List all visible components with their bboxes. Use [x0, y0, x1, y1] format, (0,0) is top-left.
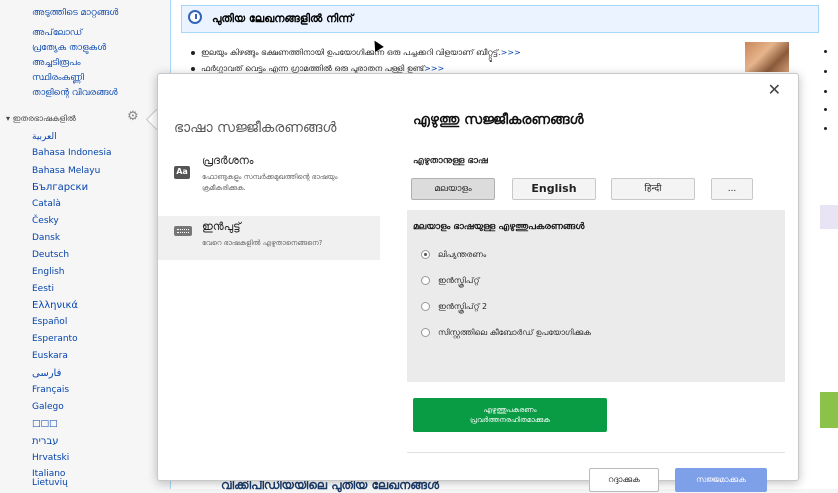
lang-link-da[interactable]: Dansk — [32, 233, 60, 243]
input-method-option[interactable]: ലിപ്യന്തരണം — [421, 250, 486, 260]
featured-articles-header: പുതിയ ലേഖനങ്ങളിൽ നിന്ന് — [181, 5, 819, 33]
dialog-title: ഭാഷാ സജ്ജീകരണങ്ങൾ — [174, 120, 337, 136]
bullet-icon — [191, 50, 195, 55]
dialog-divider — [407, 452, 785, 453]
input-method-option[interactable]: സിസ്റ്റത്തിലെ കീബോർഡ് ഉപയോഗിക്കുക — [421, 328, 591, 338]
sidebar-link-print-version[interactable]: അച്ചടിരൂപം — [32, 58, 80, 68]
radio-button[interactable] — [421, 276, 430, 285]
lang-link-ar[interactable]: العربية — [32, 132, 57, 142]
dialog-main-panel: ✕ എഴുത്തു സജ്ജീകരണങ്ങൾ എഴുതാനുള്ള ഭാഷ മല… — [403, 74, 789, 492]
lang-link-es[interactable]: Español — [32, 317, 67, 327]
input-methods-title: മലയാളം ഭാഷയുള്ള എഴുത്തുപകരണങ്ങൾ — [413, 222, 585, 232]
input-methods-panel: മലയാളം ഭാഷയുള്ള എഴുത്തുപകരണങ്ങൾ ലിപ്യന്ത… — [407, 210, 785, 382]
bullet-icon — [824, 108, 827, 111]
radio-button-checked[interactable] — [421, 250, 430, 259]
menu-item-display-desc: ഫോണ്ടുകളും സമ്പർക്കമുഖത്തിന്റെ ഭാഷയും ക്… — [202, 173, 338, 192]
disable-button-line2: പ്രവർത്തനരഹിതമാക്കുക — [470, 416, 550, 424]
close-icon[interactable]: ✕ — [768, 80, 781, 99]
font-aa-icon: Aa — [174, 166, 190, 179]
sidebar-link-page-info[interactable]: താളിന്റെ വിവരങ്ങൾ — [32, 88, 118, 98]
disable-input-tool-button[interactable]: എഴുത്തുപകരണം പ്രവർത്തനരഹിതമാക്കുക — [413, 398, 607, 432]
keyboard-icon — [174, 226, 192, 236]
disable-button-line1: എഴുത്തുപകരണം — [483, 406, 537, 414]
bullet-icon — [824, 90, 827, 93]
input-settings-title: എഴുത്തു സജ്ജീകരണങ്ങൾ — [413, 112, 584, 128]
lang-link-id[interactable]: Bahasa Indonesia — [32, 148, 112, 158]
lang-link-en[interactable]: English — [32, 267, 65, 277]
menu-item-input-desc: വേറെ ഭാഷകളിൽ എഴുതാനെങ്ങനെ? — [202, 239, 323, 247]
news-thumbnail-image[interactable] — [745, 42, 789, 72]
lang-link-bg[interactable]: Български — [32, 182, 88, 193]
lang-link-hr[interactable]: Hrvatski — [32, 453, 69, 463]
language-button-more[interactable]: ... — [711, 178, 753, 200]
lang-link-et[interactable]: Eesti — [32, 284, 54, 294]
lang-link-fa[interactable]: فارسی — [32, 368, 61, 379]
cancel-button[interactable]: റദ്ദാക്കുക — [589, 468, 659, 492]
lang-link-ms[interactable]: Bahasa Melayu — [32, 166, 100, 176]
lang-link-he[interactable]: עברית — [32, 436, 59, 447]
lang-link-eu[interactable]: Euskara — [32, 351, 68, 361]
languages-heading-label: ഇതരഭാഷകളിൽ — [12, 114, 76, 123]
bullet-icon — [824, 127, 827, 130]
language-button-hi[interactable]: हिन्दी — [611, 178, 695, 200]
radio-button[interactable] — [421, 302, 430, 311]
featured-articles-title: പുതിയ ലേഖനങ്ങളിൽ നിന്ന് — [212, 12, 354, 25]
menu-item-display-title: പ്രദർശനം — [202, 154, 254, 167]
sidebar-link-permanent-link[interactable]: സ്ഥിരംകണ്ണി — [32, 73, 84, 83]
languages-heading[interactable]: ▾ ഇതരഭാഷകളിൽ — [6, 114, 76, 124]
sidebar-link-recent-changes[interactable]: അടുത്തിടെ മാറ്റങ്ങൾ — [32, 8, 118, 18]
lang-link-eo[interactable]: Esperanto — [32, 334, 78, 344]
gear-icon[interactable]: ⚙ — [127, 110, 141, 124]
lang-link-cs[interactable]: Česky — [32, 216, 59, 226]
input-method-option[interactable]: ഇൻസ്ക്രിപ്റ്റ് — [421, 276, 479, 286]
radio-button[interactable] — [421, 328, 430, 337]
right-column-edge — [820, 0, 838, 489]
lang-link-el[interactable]: Ελληνικά — [32, 300, 78, 311]
news-item-more-link[interactable]: >>> — [424, 64, 444, 73]
input-language-label: എഴുതാനുള്ള ഭാഷ — [413, 156, 488, 166]
input-method-option[interactable]: ഇൻസ്ക്രിപ്റ്റ് 2 — [421, 302, 487, 312]
menu-item-input[interactable]: ഇൻപുട്ട് വേറെ ഭാഷകളിൽ എഴുതാനെങ്ങനെ? — [158, 216, 380, 260]
lang-link-ko[interactable]: □□□ — [32, 419, 58, 429]
sidebar: അടുത്തിടെ മാറ്റങ്ങൾ അപ്‌ലോഡ് പ്രത്യേക താ… — [0, 0, 170, 489]
apply-settings-button[interactable]: സജ്ജമാക്കുക — [675, 468, 767, 492]
lang-link-fr[interactable]: Français — [32, 385, 69, 395]
lang-link-ca[interactable]: Català — [32, 199, 61, 209]
right-edge-green-panel — [820, 392, 838, 428]
input-method-label: ഇൻസ്ക്രിപ്റ്റ് — [438, 276, 480, 285]
clock-icon — [188, 10, 202, 24]
bullet-icon — [191, 66, 195, 71]
language-settings-dialog: ഭാഷാ സജ്ജീകരണങ്ങൾ Aa പ്രദർശനം ഫോണ്ടുകളും… — [157, 73, 799, 492]
lang-link-de[interactable]: Deutsch — [32, 250, 69, 260]
right-edge-panel — [820, 205, 838, 229]
sidebar-link-upload[interactable]: അപ്‌ലോഡ് — [32, 28, 82, 38]
language-button-ml[interactable]: മലയാളം — [411, 178, 495, 200]
news-item-text: ഇലയും കിഴങ്ങും ഭക്ഷണത്തിനായി ഉപയോഗിക്കുന… — [201, 48, 501, 57]
input-method-label: ഇൻസ്ക്രിപ്റ്റ് 2 — [438, 302, 488, 311]
lang-link-lt[interactable]: Lietuvių — [32, 478, 68, 488]
menu-item-display[interactable]: Aa പ്രദർശനം ഫോണ്ടുകളും സമ്പർക്കമുഖത്തിന്… — [158, 150, 380, 204]
dialog-sidebar: ഭാഷാ സജ്ജീകരണങ്ങൾ Aa പ്രദർശനം ഫോണ്ടുകളും… — [158, 74, 380, 480]
bullet-icon — [824, 70, 827, 73]
sidebar-link-special-pages[interactable]: പ്രത്യേക താളുകൾ — [32, 43, 106, 53]
bullet-icon — [824, 50, 827, 53]
input-method-label: ലിപ്യന്തരണം — [438, 250, 487, 259]
input-method-label: സിസ്റ്റത്തിലെ കീബോർഡ് ഉപയോഗിക്കുക — [438, 328, 591, 337]
menu-item-input-title: ഇൻപുട്ട് — [202, 220, 241, 233]
news-item-more-link[interactable]: >>> — [501, 48, 521, 57]
lang-link-gl[interactable]: Galego — [32, 402, 64, 412]
news-item-text: ഫർഗ്ഗാവത് വെട്ടം എന്ന ഗ്രാമത്തിൽ ഒരു പുര… — [201, 64, 425, 73]
language-button-en[interactable]: English — [512, 178, 596, 200]
news-item: ഇലയും കിഴങ്ങും ഭക്ഷണത്തിനായി ഉപയോഗിക്കുന… — [191, 48, 521, 58]
